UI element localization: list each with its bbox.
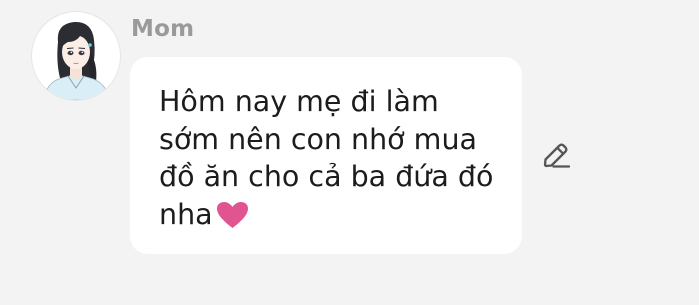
woman-avatar-icon bbox=[43, 21, 111, 100]
edit-button[interactable] bbox=[538, 139, 574, 173]
pencil-edit-icon bbox=[543, 143, 571, 168]
sender-name: Mom bbox=[131, 16, 195, 42]
message-text: Hôm nay mẹ đi làm sớm nên con nhớ mua đồ… bbox=[159, 85, 494, 231]
heart-icon bbox=[216, 201, 249, 229]
message-content: Hôm nay mẹ đi làm sớm nên con nhớ mua đồ… bbox=[159, 83, 499, 233]
avatar[interactable] bbox=[32, 12, 120, 100]
